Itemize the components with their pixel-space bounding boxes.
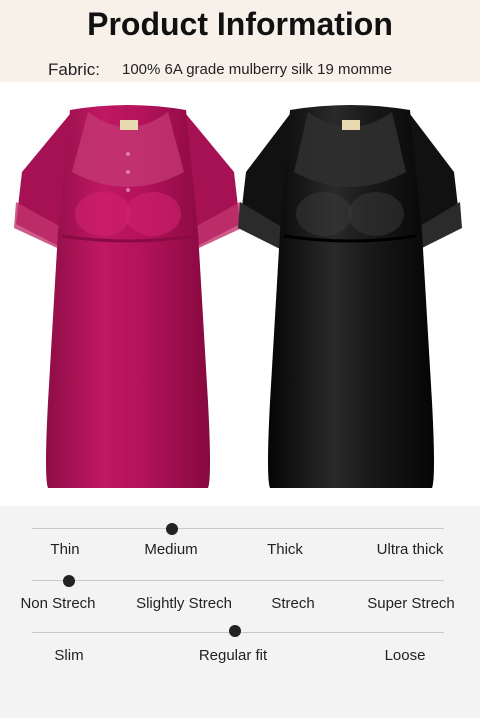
fit-option-regular: Regular fit (198, 647, 268, 664)
thickness-indicator (166, 523, 178, 535)
thickness-option-thin: Thin (50, 541, 80, 558)
product-photo (0, 82, 480, 506)
stretch-option-stretch: Strech (271, 595, 315, 612)
page-title: Product Information (87, 6, 393, 42)
header-banner: Product Information Fabric: 100% 6A grad… (0, 0, 480, 82)
stretch-indicator (63, 575, 75, 587)
stretch-option-super: Super Strech (367, 595, 455, 612)
fit-option-loose: Loose (384, 647, 426, 664)
fabric-label: Fabric: (48, 60, 100, 79)
thickness-option-thick: Thick (267, 541, 303, 558)
fit-option-slim: Slim (54, 647, 84, 664)
dress-image-rose (14, 105, 242, 488)
fabric-value: 100% 6A grade mulberry silk 19 momme (122, 61, 393, 78)
stretch-option-non: Non Strech (20, 595, 96, 612)
spec-panel: Thin Medium Thick Ultra thick Non Strech… (0, 506, 480, 718)
dress-image-black (238, 105, 462, 488)
thickness-option-medium: Medium (144, 541, 198, 558)
stretch-option-slight: Slightly Strech (136, 595, 232, 612)
thickness-option-ultra-thick: Ultra thick (376, 541, 444, 558)
thickness-scale-track (32, 528, 444, 529)
stretch-scale-track (32, 580, 444, 581)
fit-indicator (229, 625, 241, 637)
